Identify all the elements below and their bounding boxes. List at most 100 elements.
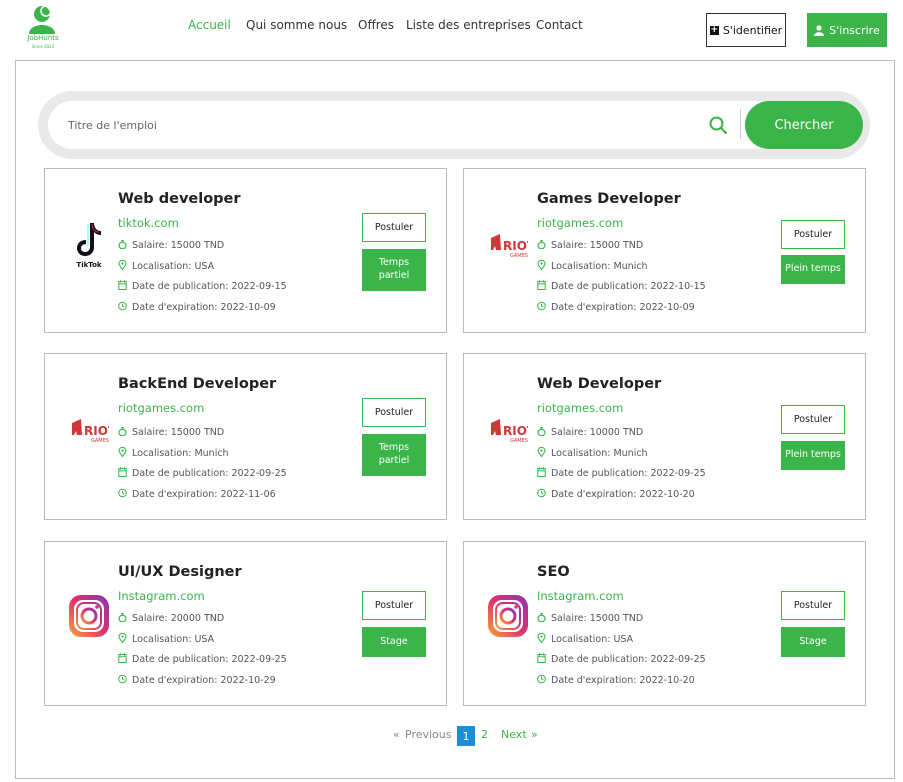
riot-logo: RIOTGAMES: [484, 404, 532, 456]
map-pin-icon: [118, 259, 127, 273]
map-pin-icon: [118, 446, 127, 460]
job-expiration: Date d'expiration: 2022-10-20: [537, 488, 695, 501]
job-salary-text: Salaire: 10000 TND: [551, 427, 644, 438]
company-link[interactable]: riotgames.com: [118, 401, 204, 415]
instagram-logo: [484, 590, 532, 642]
job-salary-text: Salaire: 20000 TND: [132, 613, 225, 624]
search-bar: Chercher: [38, 91, 870, 159]
company-link[interactable]: riotgames.com: [537, 216, 623, 230]
svg-text:GAMES: GAMES: [510, 438, 528, 444]
company-link[interactable]: Instagram.com: [118, 589, 205, 603]
job-title[interactable]: BackEnd Developer: [118, 376, 276, 392]
job-published: Date de publication: 2022-09-25: [537, 467, 706, 480]
logo-text: JobHunts: [27, 34, 59, 42]
pagination-next[interactable]: Next: [501, 728, 527, 741]
nav-offres[interactable]: Offres: [358, 18, 394, 32]
job-expiration-text: Date d'expiration: 2022-10-20: [551, 674, 695, 686]
job-card: RIOTGAMES Games Developer riotgames.com Sal…: [463, 168, 866, 333]
nav-contact[interactable]: Contact: [536, 18, 583, 32]
riot-logo: RIOTGAMES: [65, 404, 113, 456]
money-bag-icon: [537, 426, 546, 439]
instagram-logo: [65, 590, 113, 642]
money-bag-icon: [118, 612, 127, 625]
search-icon[interactable]: [708, 115, 728, 135]
clock-icon: [537, 674, 546, 687]
signup-button[interactable]: S'inscrire: [807, 13, 887, 47]
job-salary-text: Salaire: 15000 TND: [132, 240, 225, 251]
apply-button[interactable]: Postuler: [781, 220, 845, 249]
company-link[interactable]: Instagram.com: [537, 589, 624, 603]
calendar-icon: [118, 653, 127, 666]
person-search-icon: [29, 5, 56, 34]
job-title[interactable]: Web Developer: [537, 376, 661, 392]
clock-icon: [537, 488, 546, 501]
login-button[interactable]: + S'identifier: [706, 13, 786, 47]
job-expiration: Date d'expiration: 2022-10-09: [537, 301, 695, 314]
job-type-badge: Plein temps: [781, 255, 845, 284]
nav-accueil[interactable]: Accueil: [188, 18, 231, 32]
job-location: Localisation: Munich: [118, 446, 229, 460]
job-salary-text: Salaire: 15000 TND: [551, 613, 644, 624]
job-title[interactable]: Games Developer: [537, 191, 681, 207]
apply-button[interactable]: Postuler: [781, 591, 845, 620]
clock-icon: [118, 301, 127, 314]
job-location: Localisation: Munich: [537, 446, 648, 460]
job-salary: Salaire: 15000 TND: [118, 426, 224, 439]
job-title-search-input[interactable]: [68, 115, 668, 135]
job-published: Date de publication: 2022-10-15: [537, 280, 706, 293]
calendar-icon: [537, 653, 546, 666]
search-button[interactable]: Chercher: [745, 101, 863, 149]
clock-icon: [118, 674, 127, 687]
apply-button[interactable]: Postuler: [781, 405, 845, 434]
job-expiration: Date d'expiration: 2022-10-09: [118, 301, 276, 314]
apply-button[interactable]: Postuler: [362, 398, 426, 427]
job-expiration-text: Date d'expiration: 2022-11-06: [132, 488, 276, 500]
job-type-badge: Temps partiel: [362, 434, 426, 476]
job-expiration-text: Date d'expiration: 2022-10-29: [132, 674, 276, 686]
job-published-text: Date de publication: 2022-09-25: [132, 468, 287, 479]
job-published-text: Date de publication: 2022-09-15: [132, 281, 287, 292]
pagination-page-1[interactable]: 1: [457, 726, 475, 746]
map-pin-icon: [537, 632, 546, 646]
user-icon: [814, 24, 825, 36]
job-title[interactable]: UI/UX Designer: [118, 564, 242, 580]
job-expiration-text: Date d'expiration: 2022-10-09: [551, 301, 695, 313]
svg-text:GAMES: GAMES: [91, 438, 109, 444]
nav-liste-entreprises[interactable]: Liste des entreprises: [406, 18, 531, 32]
apply-button[interactable]: Postuler: [362, 213, 426, 242]
pagination-prev-arrow: «: [393, 728, 400, 741]
job-location: Localisation: Munich: [537, 259, 648, 273]
nav-qui-somme-nous[interactable]: Qui somme nous: [246, 18, 347, 32]
job-card: TikTok Web developer tiktok.com Salaire: 15…: [44, 168, 447, 333]
money-bag-icon: [537, 239, 546, 252]
job-expiration: Date d'expiration: 2022-10-29: [118, 674, 276, 687]
money-bag-icon: [118, 239, 127, 252]
company-link[interactable]: tiktok.com: [118, 216, 179, 230]
job-type-badge: Temps partiel: [362, 249, 426, 291]
job-card: SEO Instagram.com Salaire: 15000 TND Locali…: [463, 541, 866, 706]
jobhunts-logo[interactable]: JobHunts Since 2022: [22, 4, 64, 52]
job-location-text: Localisation: USA: [132, 260, 215, 272]
job-published: Date de publication: 2022-09-25: [118, 467, 287, 480]
calendar-icon: [118, 280, 127, 293]
job-title[interactable]: Web developer: [118, 191, 241, 207]
company-link[interactable]: riotgames.com: [537, 401, 623, 415]
search-inner: Chercher: [48, 101, 863, 149]
job-type-badge: Stage: [362, 627, 426, 657]
job-expiration-text: Date d'expiration: 2022-10-20: [551, 488, 695, 500]
search-divider: [740, 109, 741, 139]
job-location: Localisation: USA: [537, 632, 633, 646]
money-bag-icon: [118, 426, 127, 439]
plus-square-icon: +: [709, 24, 719, 35]
job-expiration: Date d'expiration: 2022-11-06: [118, 488, 276, 501]
calendar-icon: [537, 467, 546, 480]
pagination-page-2[interactable]: 2: [481, 728, 488, 741]
apply-button[interactable]: Postuler: [362, 591, 426, 620]
svg-text:RIOT: RIOT: [503, 424, 528, 438]
signup-label: S'inscrire: [829, 23, 880, 37]
job-location-text: Localisation: Munich: [551, 260, 648, 272]
job-title[interactable]: SEO: [537, 564, 570, 580]
pagination-next-arrow[interactable]: »: [531, 728, 538, 741]
money-bag-icon: [537, 612, 546, 625]
job-published-text: Date de publication: 2022-09-25: [551, 654, 706, 665]
